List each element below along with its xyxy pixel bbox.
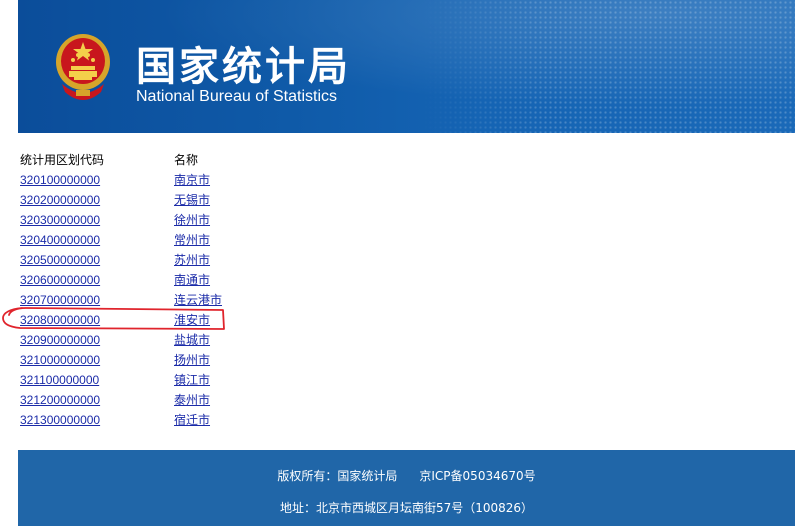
code-link[interactable]: 321000000000 — [20, 353, 100, 367]
name-link[interactable]: 淮安市 — [174, 313, 210, 327]
code-link[interactable]: 320400000000 — [20, 233, 100, 247]
code-link[interactable]: 320600000000 — [20, 273, 100, 287]
name-link[interactable]: 南京市 — [174, 173, 210, 187]
copyright-text: 版权所有：国家统计局 — [277, 469, 398, 483]
address-text: 地址：北京市西城区月坛南街57号（100826） — [279, 501, 534, 515]
code-link[interactable]: 320500000000 — [20, 253, 100, 267]
site-title-english: National Bureau of Statistics — [136, 88, 337, 105]
column-header-name: 名称 — [174, 153, 199, 167]
code-link[interactable]: 320800000000 — [20, 313, 100, 327]
code-link[interactable]: 320100000000 — [20, 173, 100, 187]
column-header-code: 统计用区划代码 — [20, 153, 105, 167]
name-link[interactable]: 苏州市 — [174, 253, 210, 267]
name-link[interactable]: 常州市 — [174, 233, 210, 247]
name-link[interactable]: 泰州市 — [174, 393, 210, 407]
name-link[interactable]: 无锡市 — [174, 193, 210, 207]
code-link[interactable]: 321200000000 — [20, 393, 100, 407]
code-link[interactable]: 320200000000 — [20, 193, 100, 207]
code-link[interactable]: 321300000000 — [20, 413, 100, 427]
code-link[interactable]: 320900000000 — [20, 333, 100, 347]
name-link[interactable]: 盐城市 — [174, 333, 210, 347]
name-link[interactable]: 连云港市 — [174, 293, 222, 307]
code-link[interactable]: 321100000000 — [20, 373, 99, 387]
name-link[interactable]: 扬州市 — [174, 353, 210, 367]
header-banner: 国家统计局 National Bureau of Statistics — [18, 0, 795, 133]
code-link[interactable]: 320300000000 — [20, 213, 100, 227]
name-link[interactable]: 宿迁市 — [174, 413, 210, 427]
code-link[interactable]: 320700000000 — [20, 293, 100, 307]
icp-number: 京ICP备05034670号 — [419, 469, 536, 483]
national-emblem-icon — [56, 34, 110, 100]
site-footer: 版权所有：国家统计局 京ICP备05034670号 地址：北京市西城区月坛南街57… — [18, 450, 795, 526]
name-link[interactable]: 南通市 — [174, 273, 210, 287]
site-title-chinese: 国家统计局 — [136, 44, 351, 90]
name-link[interactable]: 镇江市 — [174, 373, 210, 387]
name-link[interactable]: 徐州市 — [174, 213, 210, 227]
